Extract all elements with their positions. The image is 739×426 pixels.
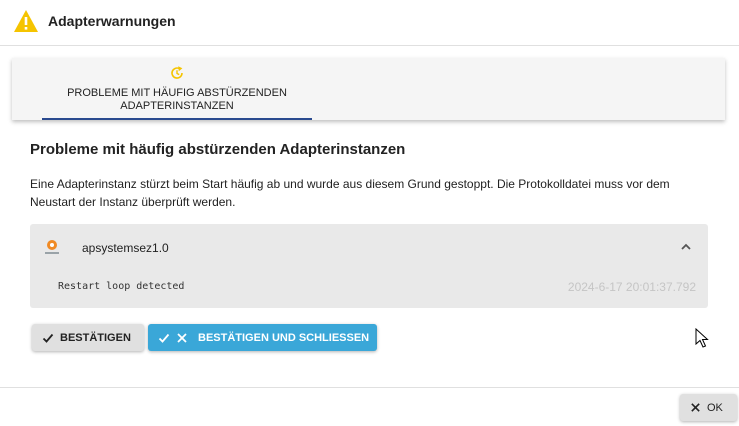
close-icon <box>177 332 187 343</box>
chevron-up-icon[interactable] <box>680 241 692 253</box>
section-description: Eine Adapterinstanz stürzt beim Start hä… <box>30 177 670 209</box>
ok-button-label: OK <box>707 401 723 414</box>
tab-label: PROBLEME MIT HÄUFIG ABSTÜRZENDEN ADAPTER… <box>67 87 287 112</box>
log-message: Restart loop detected <box>58 281 185 292</box>
dialog-title: Adapterwarnungen <box>48 13 176 29</box>
close-icon <box>691 403 700 412</box>
section-heading: Probleme mit häufig abstürzenden Adapter… <box>30 141 406 158</box>
ok-button[interactable]: OK <box>680 394 737 421</box>
restart-icon <box>171 66 183 79</box>
check-icon <box>158 333 170 343</box>
check-icon <box>42 333 54 343</box>
tab-active-indicator <box>42 118 312 120</box>
adapter-logo-icon <box>45 240 59 254</box>
dialog-titlebar: Adapterwarnungen <box>0 0 739 46</box>
log-timestamp: 2024-6-17 20:01:37.792 <box>567 280 696 294</box>
adapter-name: apsystemsez1.0 <box>82 241 169 255</box>
tab-bar: PROBLEME MIT HÄUFIG ABSTÜRZENDEN ADAPTER… <box>12 58 725 120</box>
mouse-pointer-icon <box>695 328 709 348</box>
confirm-button[interactable]: BESTÄTIGEN <box>32 324 144 351</box>
confirm-and-close-label: BESTÄTIGEN UND SCHLIESSEN <box>198 331 370 344</box>
tab-crashing-adapters[interactable]: PROBLEME MIT HÄUFIG ABSTÜRZENDEN ADAPTER… <box>42 58 312 120</box>
footer-divider <box>0 387 739 388</box>
confirm-button-label: BESTÄTIGEN <box>60 331 131 344</box>
warning-icon <box>14 10 38 32</box>
adapter-panel-header[interactable]: apsystemsez1.0 <box>30 224 708 270</box>
adapter-panel: apsystemsez1.0 Restart loop detected 202… <box>30 224 708 308</box>
confirm-and-close-button[interactable]: BESTÄTIGEN UND SCHLIESSEN <box>148 324 377 351</box>
